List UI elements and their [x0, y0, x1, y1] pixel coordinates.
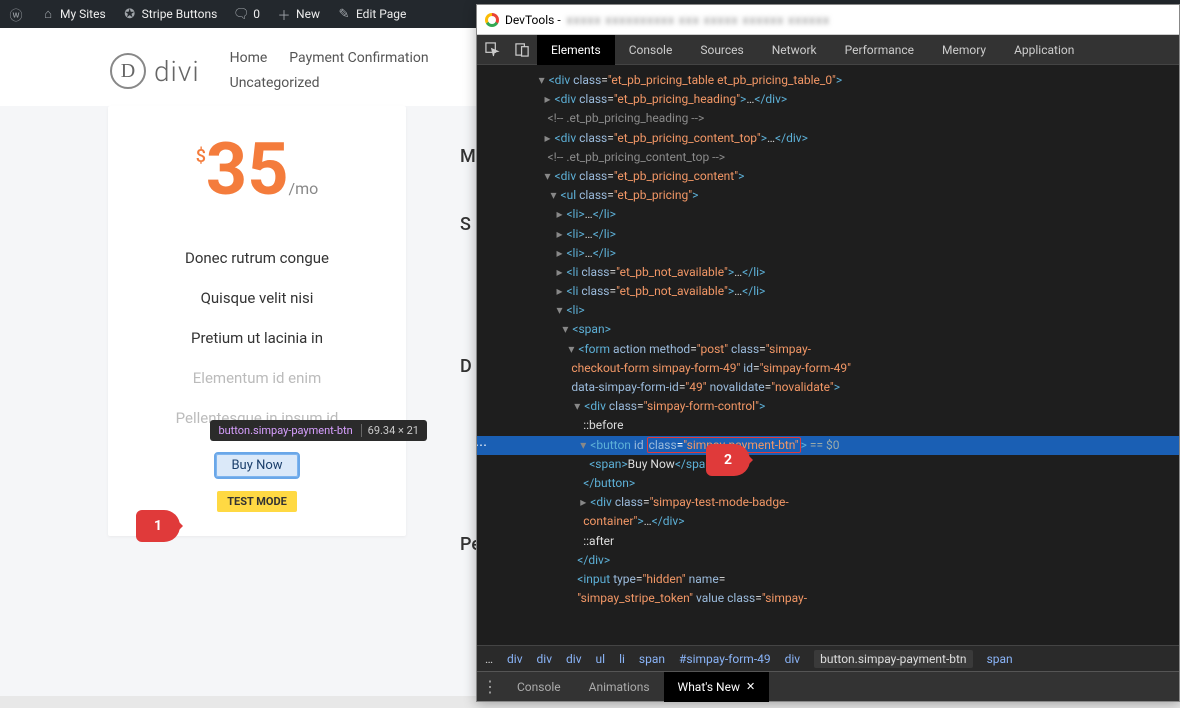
edit-page-link[interactable]: ✎Edit Page — [336, 6, 406, 22]
tab-elements[interactable]: Elements — [537, 35, 615, 65]
selected-dom-node[interactable]: ⋯ ▾<button id class="simpay-payment-btn"… — [477, 436, 1179, 455]
crumb[interactable]: div — [566, 652, 582, 666]
comments-count: 0 — [253, 7, 260, 21]
primary-nav: Home Payment Confirmation Uncategorized — [230, 46, 429, 96]
inspect-element-icon[interactable] — [477, 35, 507, 65]
crumb-overflow[interactable]: … — [485, 652, 493, 666]
crumb[interactable]: ul — [596, 652, 606, 666]
comments-link[interactable]: 🗨0 — [233, 6, 260, 22]
nav-uncategorized[interactable]: Uncategorized — [230, 71, 320, 96]
tab-performance[interactable]: Performance — [831, 35, 928, 65]
tooltip-selector: button.simpay-payment-btn — [218, 424, 352, 437]
inspector-tooltip: button.simpay-payment-btn 69.34 × 21 — [210, 420, 427, 441]
annotation-callout-1: 1 — [136, 510, 180, 542]
drawer-tab-console[interactable]: Console — [503, 672, 575, 702]
devtools-url: xxxxx xxxxxxxxxx xxx xxxxx xxxxxx xxxxxx — [567, 13, 830, 27]
my-sites-label: My Sites — [60, 7, 106, 21]
devtools-title: DevTools - — [505, 13, 561, 27]
elements-panel[interactable]: ▾<div class=<div class="et_pb_pricing_ta… — [477, 65, 1179, 645]
pricing-card: $35/mo Donec rutrum congue Quisque velit… — [108, 106, 406, 536]
site-name-label: Stripe Buttons — [142, 7, 218, 21]
tab-sources[interactable]: Sources — [686, 35, 757, 65]
crumb[interactable]: div — [785, 652, 801, 666]
device-toolbar-icon[interactable] — [507, 35, 537, 65]
crumb[interactable]: #simpay-form-49 — [679, 652, 771, 666]
devtools-titlebar[interactable]: DevTools - xxxxx xxxxxxxxxx xxx xxxxx xx… — [477, 5, 1179, 35]
crumb-active[interactable]: button.simpay-payment-btn — [814, 650, 972, 668]
tab-console[interactable]: Console — [615, 35, 687, 65]
feature-list: Donec rutrum congue Quisque velit nisi P… — [108, 222, 406, 448]
site-logo[interactable]: D divi — [0, 53, 200, 89]
feature-item: Donec rutrum congue — [108, 238, 406, 278]
test-mode-badge: TEST MODE — [217, 491, 297, 512]
logo-text: divi — [154, 55, 200, 88]
chrome-icon — [485, 13, 499, 27]
devtools-toolbar: Elements Console Sources Network Perform… — [477, 35, 1179, 65]
price-amount: 35 — [206, 127, 289, 212]
close-icon[interactable]: ✕ — [746, 680, 755, 693]
currency-symbol: $ — [196, 146, 206, 167]
feature-item: Quisque velit nisi — [108, 278, 406, 318]
crumb[interactable]: span — [987, 652, 1013, 666]
edit-page-label: Edit Page — [356, 7, 406, 21]
wp-logo[interactable]: ⓦ — [8, 6, 24, 22]
nav-payment-confirmation[interactable]: Payment Confirmation — [289, 46, 428, 71]
bg-letter: S — [460, 214, 471, 235]
tab-memory[interactable]: Memory — [928, 35, 1000, 65]
tab-application[interactable]: Application — [1000, 35, 1088, 65]
feature-item: Pretium ut lacinia in — [108, 318, 406, 358]
drawer-menu-icon[interactable]: ⋮ — [477, 677, 503, 696]
tab-network[interactable]: Network — [758, 35, 831, 65]
price-period: /mo — [289, 179, 319, 198]
devtools-window: DevTools - xxxxx xxxxxxxxxx xxx xxxxx xx… — [476, 4, 1180, 702]
crumb[interactable]: div — [537, 652, 553, 666]
buy-now-button[interactable]: Buy Now — [216, 454, 297, 477]
devtools-tabs: Elements Console Sources Network Perform… — [537, 35, 1088, 65]
site-name-link[interactable]: ✪Stripe Buttons — [122, 6, 218, 22]
bg-letter: M — [460, 146, 476, 167]
bg-letter: D — [460, 356, 472, 377]
logo-icon: D — [110, 53, 146, 89]
crumb[interactable]: div — [507, 652, 523, 666]
drawer-tab-whats-new[interactable]: What's New✕ — [664, 672, 770, 702]
tooltip-dimensions: 69.34 × 21 — [361, 424, 419, 437]
my-sites-link[interactable]: ⌂My Sites — [40, 6, 106, 22]
new-label: New — [296, 7, 320, 21]
crumb[interactable]: span — [639, 652, 665, 666]
feature-item-unavailable: Elementum id enim — [108, 358, 406, 398]
devtools-drawer: ⋮ Console Animations What's New✕ — [477, 671, 1179, 701]
new-link[interactable]: ＋New — [276, 6, 320, 22]
nav-home[interactable]: Home — [230, 46, 268, 71]
breadcrumb: … div div div ul li span #simpay-form-49… — [477, 645, 1179, 671]
price: $35/mo — [108, 106, 406, 222]
drawer-tab-animations[interactable]: Animations — [575, 672, 664, 702]
annotation-callout-2: 2 — [706, 444, 750, 476]
crumb[interactable]: li — [619, 652, 625, 666]
